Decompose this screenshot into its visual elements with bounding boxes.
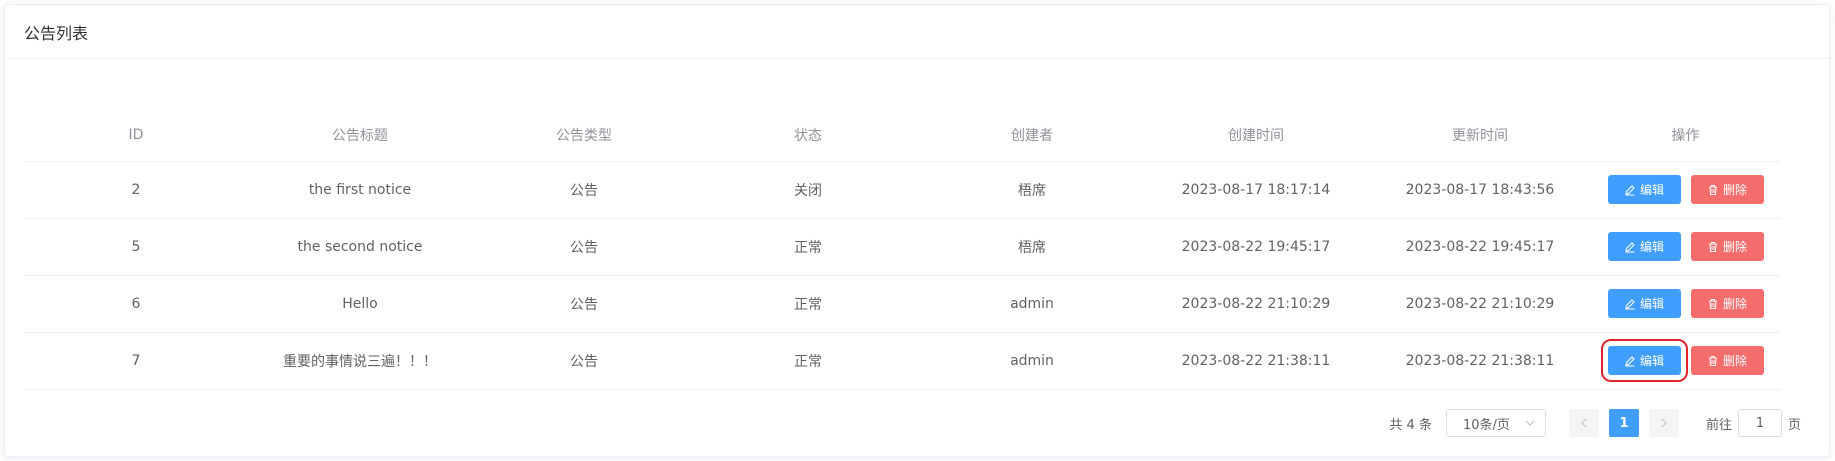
- goto-page: 前往 页: [1706, 409, 1801, 437]
- column-header-status: 状态: [696, 109, 920, 162]
- cell-creator: 梧席: [920, 218, 1144, 276]
- cell-actions: 编辑 删除: [1592, 332, 1779, 390]
- edit-button[interactable]: 编辑: [1607, 289, 1681, 318]
- cell-title: Hello: [248, 275, 472, 333]
- cell-actions: 编辑 删除: [1592, 218, 1779, 276]
- total-count: 共 4 条: [1389, 417, 1432, 433]
- cell-created-time: 2023-08-22 19:45:17: [1144, 218, 1368, 276]
- cell-creator: 梧席: [920, 161, 1144, 219]
- chevron-down-icon: [1525, 420, 1535, 426]
- trash-icon: [1708, 241, 1717, 252]
- cell-updated-time: 2023-08-22 19:45:17: [1368, 218, 1592, 276]
- delete-button[interactable]: 删除: [1690, 289, 1764, 318]
- cell-title: the second notice: [248, 218, 472, 276]
- edit-button-label: 编辑: [1639, 183, 1664, 197]
- delete-button-label: 删除: [1722, 297, 1747, 311]
- delete-button-label: 删除: [1722, 183, 1747, 197]
- column-header-creator: 创建者: [920, 109, 1144, 162]
- cell-title: the first notice: [248, 161, 472, 219]
- cell-created-time: 2023-08-22 21:10:29: [1144, 275, 1368, 333]
- cell-id: 5: [24, 218, 248, 276]
- cell-actions: 编辑 删除: [1592, 275, 1779, 333]
- goto-label: 前往: [1705, 417, 1732, 433]
- card-header: 公告列表: [5, 5, 1829, 59]
- column-header-id: ID: [24, 109, 248, 162]
- edit-button[interactable]: 编辑: [1600, 339, 1688, 382]
- chevron-right-icon: [1661, 418, 1667, 428]
- next-page-button[interactable]: [1648, 409, 1679, 437]
- cell-type: 公告: [472, 161, 696, 219]
- column-header-type: 公告类型: [472, 109, 696, 162]
- pagination: 共 4 条 10条/页 1 前往 页: [1389, 408, 1801, 438]
- cell-updated-time: 2023-08-17 18:43:56: [1368, 161, 1592, 219]
- goto-suffix: 页: [1787, 417, 1801, 433]
- edit-button-label: 编辑: [1639, 297, 1664, 311]
- notice-list-card: 公告列表 ID 公告标题 公告类型 状态 创建者 创建时间 更新时间 操作 2 …: [4, 4, 1830, 457]
- goto-page-input[interactable]: [1737, 409, 1782, 437]
- cell-creator: admin: [920, 275, 1144, 333]
- table-row: 7 重要的事情说三遍！！！ 公告 正常 admin 2023-08-22 21:38:11…: [24, 332, 1779, 390]
- cell-creator: admin: [920, 332, 1144, 390]
- table-row: 2 the first notice 公告 关闭 梧席 2023-08-17 18:17:…: [24, 161, 1779, 219]
- cell-id: 7: [24, 332, 248, 390]
- cell-type: 公告: [472, 275, 696, 333]
- delete-button-label: 删除: [1722, 240, 1747, 254]
- cell-title: 重要的事情说三遍！！！: [248, 332, 472, 390]
- edit-icon: [1625, 355, 1635, 366]
- delete-button[interactable]: 删除: [1690, 232, 1764, 261]
- cell-status: 正常: [696, 218, 920, 276]
- edit-button-label: 编辑: [1639, 240, 1664, 254]
- table-row: 5 the second notice 公告 正常 梧席 2023-08-22 19:45…: [24, 218, 1779, 276]
- trash-icon: [1708, 184, 1717, 195]
- chevron-left-icon: [1581, 418, 1587, 428]
- table-header-row: ID 公告标题 公告类型 状态 创建者 创建时间 更新时间 操作: [24, 109, 1779, 162]
- notice-table: ID 公告标题 公告类型 状态 创建者 创建时间 更新时间 操作 2 the fi…: [24, 109, 1779, 390]
- cell-type: 公告: [472, 332, 696, 390]
- edit-icon: [1625, 298, 1635, 309]
- column-header-updated-time: 更新时间: [1368, 109, 1592, 162]
- cell-status: 正常: [696, 275, 920, 333]
- column-header-actions: 操作: [1592, 109, 1779, 162]
- cell-id: 6: [24, 275, 248, 333]
- page-number-current[interactable]: 1: [1608, 409, 1639, 437]
- delete-button[interactable]: 删除: [1690, 346, 1764, 375]
- edit-button[interactable]: 编辑: [1607, 175, 1681, 204]
- edit-button[interactable]: 编辑: [1607, 232, 1681, 261]
- edit-icon: [1625, 241, 1635, 252]
- cell-status: 关闭: [696, 161, 920, 219]
- cell-actions: 编辑 删除: [1592, 161, 1779, 219]
- edit-icon: [1625, 184, 1635, 195]
- cell-updated-time: 2023-08-22 21:38:11: [1368, 332, 1592, 390]
- trash-icon: [1708, 355, 1717, 366]
- cell-created-time: 2023-08-22 21:38:11: [1144, 332, 1368, 390]
- edit-button-label: 编辑: [1639, 354, 1664, 368]
- delete-button-label: 删除: [1722, 354, 1747, 368]
- column-header-created-time: 创建时间: [1144, 109, 1368, 162]
- page-size-value: 10条/页: [1462, 417, 1510, 433]
- cell-created-time: 2023-08-17 18:17:14: [1144, 161, 1368, 219]
- trash-icon: [1708, 298, 1717, 309]
- column-header-title: 公告标题: [248, 109, 472, 162]
- table-row: 6 Hello 公告 正常 admin 2023-08-22 21:10:29 2023-0…: [24, 275, 1779, 333]
- page-size-select[interactable]: 10条/页: [1445, 409, 1546, 437]
- cell-type: 公告: [472, 218, 696, 276]
- cell-updated-time: 2023-08-22 21:10:29: [1368, 275, 1592, 333]
- cell-id: 2: [24, 161, 248, 219]
- prev-page-button[interactable]: [1568, 409, 1599, 437]
- cell-status: 正常: [696, 332, 920, 390]
- page-title: 公告列表: [24, 23, 89, 43]
- delete-button[interactable]: 删除: [1690, 175, 1764, 204]
